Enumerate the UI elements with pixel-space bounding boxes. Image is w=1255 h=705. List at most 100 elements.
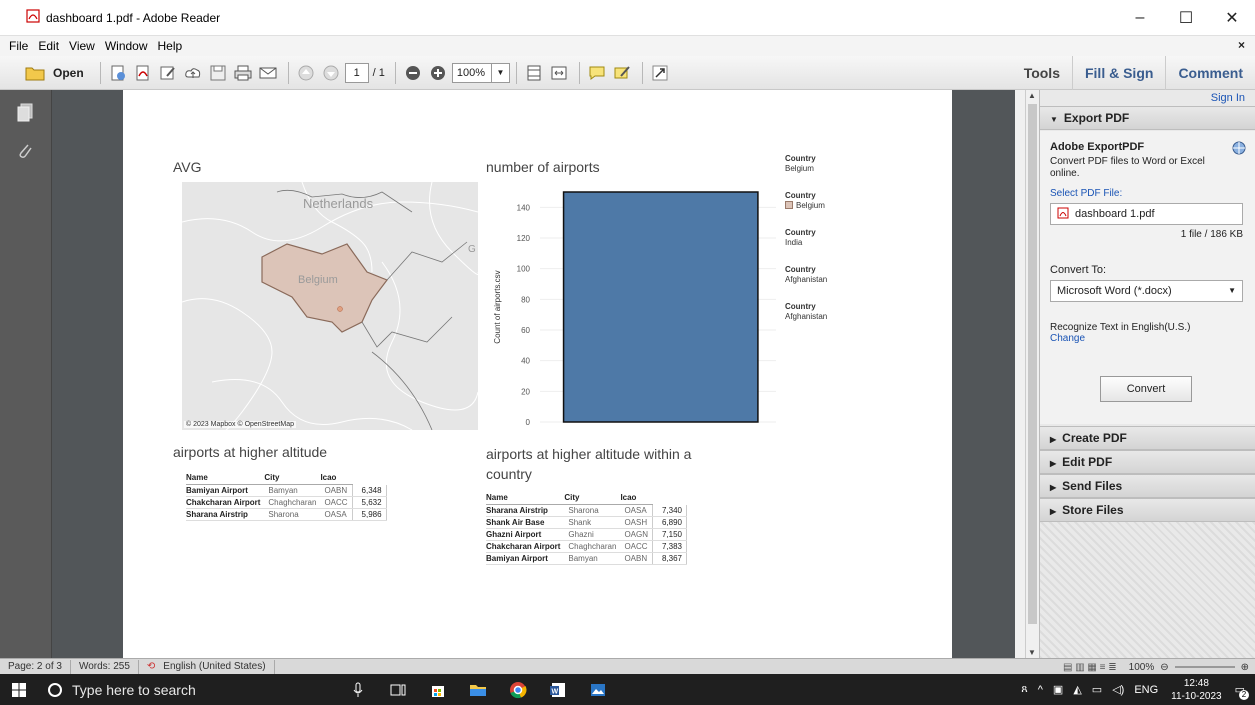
status-zoom[interactable]: 100% <box>1129 662 1155 673</box>
page-number-input[interactable]: 1 <box>344 62 369 83</box>
print-icon[interactable] <box>232 62 254 84</box>
attachments-paperclip-icon[interactable] <box>8 136 42 166</box>
word-icon[interactable]: W <box>538 674 578 705</box>
close-document-icon[interactable]: × <box>1238 38 1245 52</box>
sign-in-link[interactable]: Sign In <box>1211 92 1245 104</box>
zoom-in-icon[interactable]: ⊕ <box>1241 662 1249 673</box>
scroll-down-icon[interactable]: ▼ <box>1028 648 1036 657</box>
table-row: Chakcharan Airport Chaghcharan OACC 7,383 <box>486 540 687 553</box>
menu-view[interactable]: View <box>64 39 100 53</box>
notifications-icon[interactable]: ▭ 2 <box>1235 683 1249 700</box>
task-view-icon[interactable] <box>378 674 418 705</box>
zoom-level-input[interactable]: 100% <box>451 62 492 83</box>
convert-format-value: Microsoft Word (*.docx) <box>1057 285 1172 297</box>
zoom-out-icon[interactable]: ⊖ <box>1160 662 1168 673</box>
zoom-out-icon[interactable] <box>402 62 424 84</box>
taskbar-search-box[interactable]: Type here to search <box>38 674 338 705</box>
open-button[interactable]: Open <box>24 60 90 86</box>
network-icon[interactable]: ◭ <box>1073 683 1081 696</box>
convert-button[interactable]: Convert <box>1100 376 1192 402</box>
display-icon[interactable]: ▭ <box>1092 683 1102 696</box>
status-bar: Page: 2 of 3 Words: 255 ⟲ English (United… <box>0 658 1255 674</box>
tools-tab[interactable]: Tools <box>1012 56 1072 90</box>
chevron-up-icon[interactable]: ^ <box>1038 684 1043 696</box>
zoom-dropdown-chevron-icon[interactable]: ▼ <box>491 62 510 83</box>
table-cell: 5,986 <box>351 508 387 521</box>
panel-empty-area <box>1040 522 1255 658</box>
view-mode-icons[interactable]: ▤ ▥ ▦ ≡ ≣ <box>1063 662 1117 673</box>
table-cell: Shank <box>564 516 621 529</box>
fullscreen-icon[interactable] <box>649 62 671 84</box>
folder-icon <box>24 62 46 84</box>
y-tick-label: 120 <box>517 234 531 243</box>
menu-file[interactable]: File <box>4 39 33 53</box>
language-indicator[interactable]: ENG <box>1134 684 1158 696</box>
page-thumbnails-icon[interactable] <box>8 98 42 128</box>
svg-text:G: G <box>468 244 476 255</box>
table-cell: 8,367 <box>652 552 687 565</box>
next-page-icon[interactable] <box>320 62 342 84</box>
store-files-header[interactable]: ▶ Store Files <box>1040 498 1255 522</box>
table-cell: OASA <box>320 508 353 521</box>
edit-pdf-icon[interactable] <box>157 62 179 84</box>
legend-entry: Country India <box>785 228 865 248</box>
legend-header: Country <box>785 191 816 200</box>
change-language-link[interactable]: Change <box>1050 333 1246 344</box>
system-tray: ጸ ^ ▣ ◭ ▭ ◁) ENG 12:48 11-10-2023 ▭ 2 <box>1016 674 1255 705</box>
fit-width-icon[interactable] <box>548 62 570 84</box>
menu-edit[interactable]: Edit <box>33 39 64 53</box>
close-window-button[interactable]: ✕ <box>1209 0 1255 36</box>
adobe-exportpdf-title: Adobe ExportPDF <box>1050 141 1145 153</box>
scrollbar-thumb[interactable] <box>1028 104 1037 624</box>
tray-app-icon[interactable]: ▣ <box>1053 683 1063 696</box>
zoom-slider[interactable] <box>1174 666 1235 668</box>
file-explorer-icon[interactable] <box>458 674 498 705</box>
store-icon[interactable] <box>418 674 458 705</box>
scroll-up-icon[interactable]: ▲ <box>1028 91 1036 100</box>
fit-page-icon[interactable] <box>523 62 545 84</box>
comment-tab[interactable]: Comment <box>1165 56 1255 90</box>
combine-pdf-icon[interactable] <box>132 62 154 84</box>
microphone-icon[interactable] <box>338 674 378 705</box>
windows-start-icon[interactable] <box>0 674 38 705</box>
clock-time: 12:48 <box>1183 677 1209 689</box>
maximize-button[interactable]: ☐ <box>1163 0 1209 36</box>
page-total: / 1 <box>372 66 385 79</box>
user-icon[interactable]: ጸ <box>1021 683 1027 696</box>
comment-bubble-icon[interactable] <box>586 62 608 84</box>
save-icon[interactable] <box>207 62 229 84</box>
belgium-map: G Netherlands Belgium © 2023 Mapbox © Op… <box>182 182 478 430</box>
select-pdf-file-link[interactable]: Select PDF File: <box>1050 188 1246 199</box>
email-icon[interactable] <box>257 62 279 84</box>
export-pdf-header[interactable]: ▼ Export PDF <box>1040 106 1255 130</box>
chrome-icon[interactable] <box>498 674 538 705</box>
upload-cloud-icon[interactable] <box>182 62 204 84</box>
create-pdf-icon[interactable] <box>107 62 129 84</box>
legend: Country Belgium Country Belgium Country Ind… <box>785 154 865 339</box>
previous-page-icon[interactable] <box>295 62 317 84</box>
clock[interactable]: 12:48 11-10-2023 <box>1171 677 1221 703</box>
globe-icon[interactable] <box>1232 141 1246 158</box>
volume-icon[interactable]: ◁) <box>1112 683 1124 696</box>
create-pdf-header[interactable]: ▶ Create PDF <box>1040 426 1255 450</box>
menu-bar: File Edit View Window Help × <box>0 36 1255 56</box>
edit-pdf-header[interactable]: ▶ Edit PDF <box>1040 450 1255 474</box>
menu-window[interactable]: Window <box>100 39 153 53</box>
send-files-header[interactable]: ▶ Send Files <box>1040 474 1255 498</box>
highlight-icon[interactable] <box>611 62 633 84</box>
table-cell: OASH <box>620 516 653 529</box>
y-tick-label: 80 <box>521 295 530 304</box>
fill-sign-tab[interactable]: Fill & Sign <box>1071 56 1165 90</box>
triangle-down-icon: ▼ <box>1050 115 1058 124</box>
selected-file-box[interactable]: dashboard 1.pdf <box>1050 203 1243 225</box>
minimize-button[interactable]: – <box>1117 0 1163 36</box>
triangle-right-icon: ▶ <box>1050 483 1057 492</box>
document-scrollbar[interactable]: ▲ ▼ <box>1025 90 1039 658</box>
table-header-name: Name <box>486 492 565 505</box>
photos-icon[interactable] <box>578 674 618 705</box>
menu-help[interactable]: Help <box>153 39 188 53</box>
convert-format-select[interactable]: Microsoft Word (*.docx) ▼ <box>1050 280 1243 302</box>
table-cell: 6,348 <box>351 484 387 497</box>
open-label: Open <box>53 65 84 80</box>
zoom-in-icon[interactable] <box>427 62 449 84</box>
